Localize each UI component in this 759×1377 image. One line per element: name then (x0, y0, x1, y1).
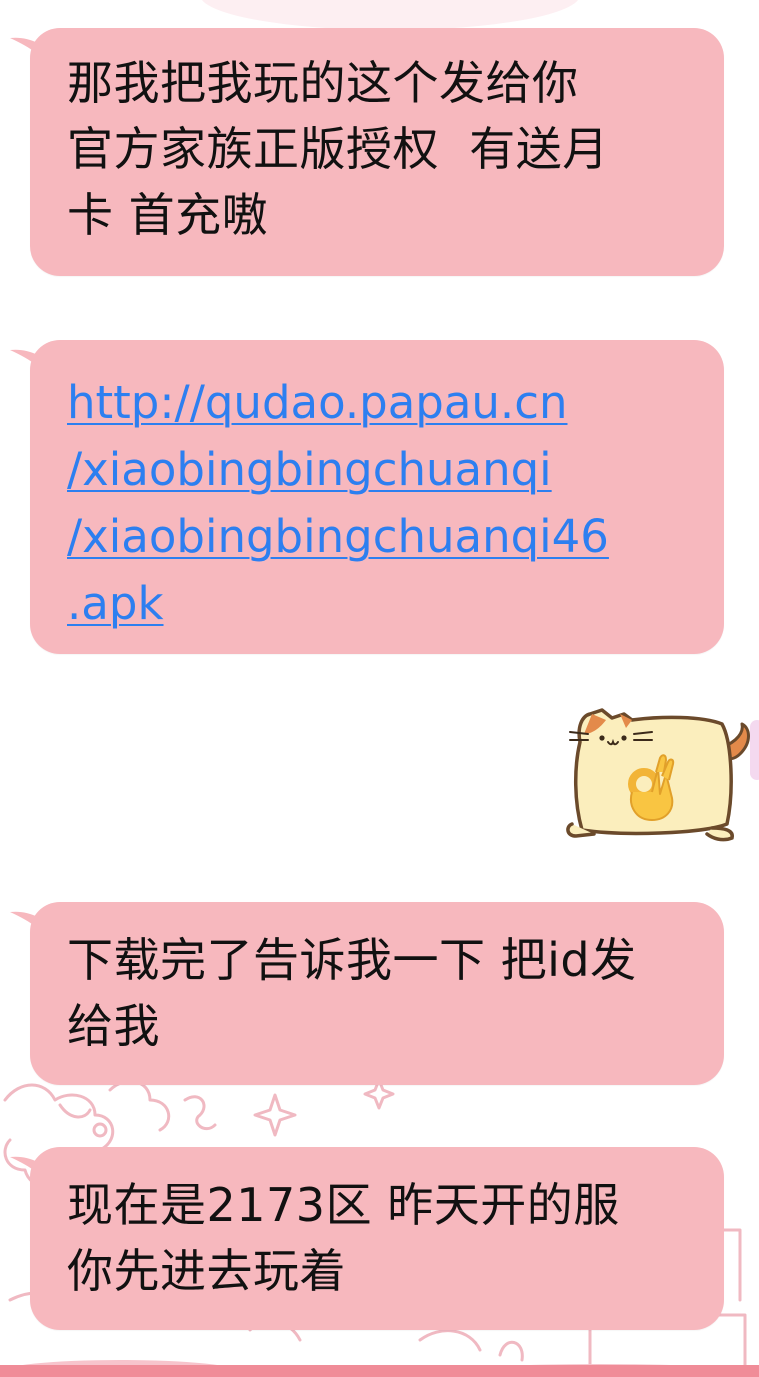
message-text: 现在是2173区 昨天开的服 你先进去玩着 (67, 1178, 620, 1298)
bubble-tail (10, 911, 56, 944)
message-text: 那我把我玩的这个发给你 官方家族正版授权 有送月 卡 首充嗷 (67, 56, 609, 242)
background-decoration (200, 0, 580, 30)
bottom-edge-decoration (0, 1365, 759, 1377)
apk-download-link[interactable]: http://qudao.papau.cn /xiaobingbingchuan… (67, 376, 609, 630)
message-text: 下载完了告诉我一下 把id发 给我 (67, 933, 637, 1053)
message-bubble[interactable]: 那我把我玩的这个发给你 官方家族正版授权 有送月 卡 首充嗷 (10, 28, 724, 276)
bubble-tail (10, 37, 56, 70)
background-decoration (750, 720, 759, 780)
chat-thread: 那我把我玩的这个发给你 官方家族正版授权 有送月 卡 首充嗷 http://qu… (0, 0, 759, 1377)
message-bubble[interactable]: http://qudao.papau.cn /xiaobingbingchuan… (10, 340, 724, 654)
message-bubble[interactable]: 下载完了告诉我一下 把id发 给我 (10, 902, 724, 1085)
message-bubble[interactable]: 现在是2173区 昨天开的服 你先进去玩着 (10, 1147, 724, 1330)
cat-ok-hand-sticker[interactable] (562, 702, 752, 852)
bubble-tail (10, 1156, 56, 1189)
bubble-tail (10, 349, 56, 382)
